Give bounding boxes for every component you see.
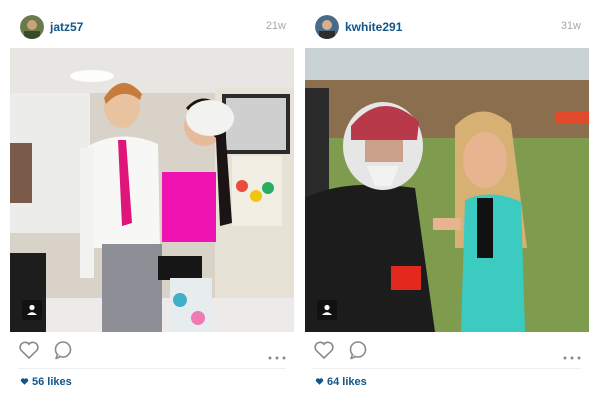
likes-count[interactable]: 64 likes	[315, 376, 367, 389]
heart-filled-icon	[20, 377, 29, 389]
feed-post: jatz57 21w 56 likes	[10, 0, 294, 400]
likes-label: 56 likes	[32, 376, 72, 388]
heart-outline-icon[interactable]	[313, 340, 335, 365]
post-timestamp: 21w	[265, 20, 286, 32]
post-header: kwhite291 31w	[305, 0, 589, 50]
ellipsis-icon[interactable]	[268, 347, 286, 365]
post-username[interactable]: jatz57	[50, 20, 83, 34]
heart-filled-icon	[315, 377, 324, 389]
divider	[313, 368, 581, 369]
post-actions	[10, 338, 294, 364]
post-actions	[305, 338, 589, 364]
post-timestamp: 31w	[560, 20, 581, 32]
ellipsis-icon[interactable]	[563, 347, 581, 365]
post-photo[interactable]	[10, 48, 294, 332]
likes-label: 64 likes	[327, 376, 367, 388]
post-header: jatz57 21w	[10, 0, 294, 50]
speech-bubble-icon[interactable]	[347, 340, 369, 365]
speech-bubble-icon[interactable]	[52, 340, 74, 365]
avatar[interactable]	[20, 15, 44, 39]
heart-outline-icon[interactable]	[18, 340, 40, 365]
divider	[18, 368, 286, 369]
likes-count[interactable]: 56 likes	[20, 376, 72, 389]
avatar[interactable]	[315, 15, 339, 39]
post-username[interactable]: kwhite291	[345, 20, 402, 34]
feed-post: kwhite291 31w 64 likes	[305, 0, 589, 400]
post-photo[interactable]	[305, 48, 589, 332]
person-tag-icon[interactable]	[22, 300, 42, 320]
person-tag-icon[interactable]	[317, 300, 337, 320]
